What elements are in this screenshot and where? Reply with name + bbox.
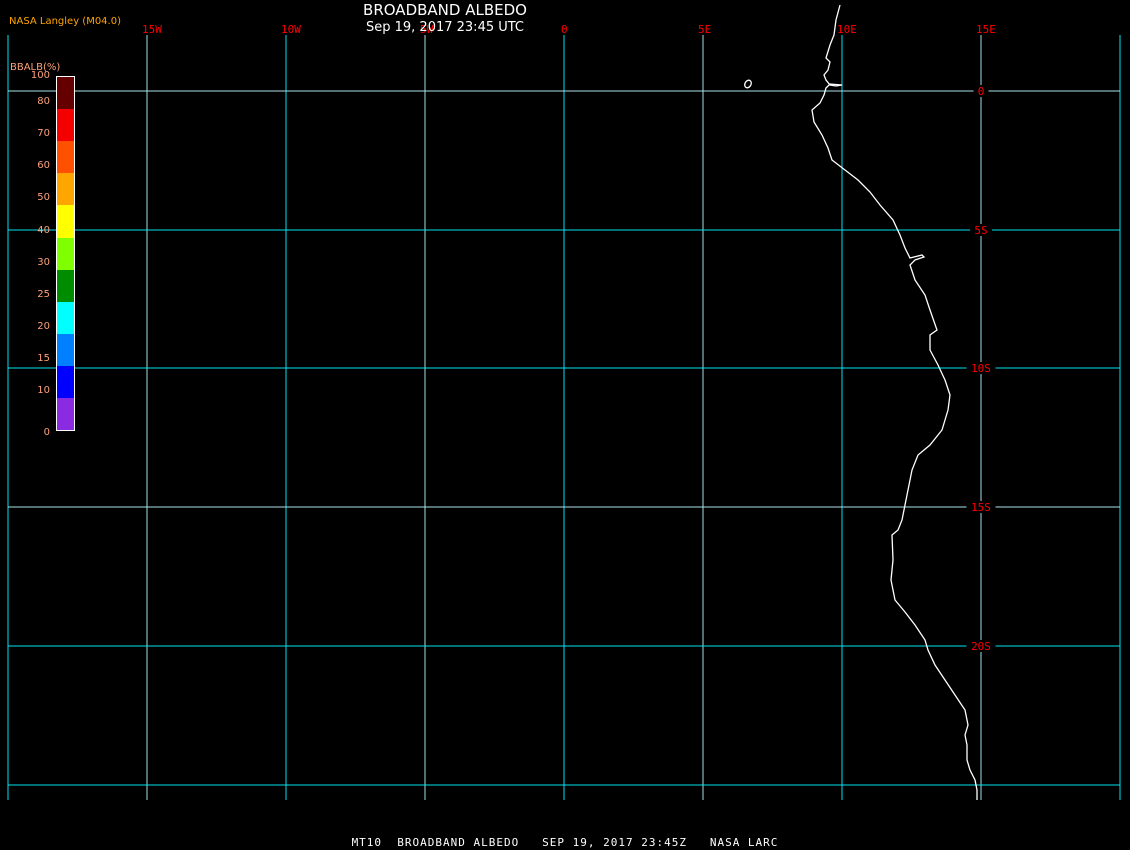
colorbar-tick-label: 80: [37, 96, 50, 108]
latitude-label: 20S: [971, 640, 991, 653]
colorbar-tick-label: 20: [37, 320, 50, 332]
footer-caption: MT10 BROADBAND ALBEDO SEP 19, 2017 23:45…: [351, 836, 779, 849]
coastline: [811, 4, 978, 800]
island-outline: [744, 79, 752, 89]
colorbar-tick-label: 30: [37, 256, 50, 268]
colorbar-tick-label: 0: [43, 427, 50, 439]
colorbar-tick-label: 10: [37, 385, 50, 396]
latitude-label: 0: [978, 85, 985, 98]
colorbar-tick-label: 70: [37, 128, 50, 140]
colorbar-tick-label: 100: [30, 70, 50, 81]
colorbar-tick-label: 60: [37, 160, 50, 172]
latitude-label: 10S: [971, 362, 991, 375]
latitude-label: 5S: [974, 224, 987, 237]
map-canvas: 15W 10W 5W 0 5E 10E 15E05S10S15S20S: [7, 4, 1121, 800]
colorbar-tick-label: 50: [37, 192, 50, 204]
latitude-label: 15S: [971, 501, 991, 514]
colorbar-tick-label: 25: [37, 288, 50, 300]
longitude-label: 15E: [976, 23, 996, 36]
map-timestamp: Sep 19, 2017 23:45 UTC: [365, 20, 525, 35]
colorbar-frame: [56, 76, 75, 432]
colorbar-tick-label: 40: [37, 224, 50, 236]
colorbar-tick-label: 15: [37, 352, 50, 364]
